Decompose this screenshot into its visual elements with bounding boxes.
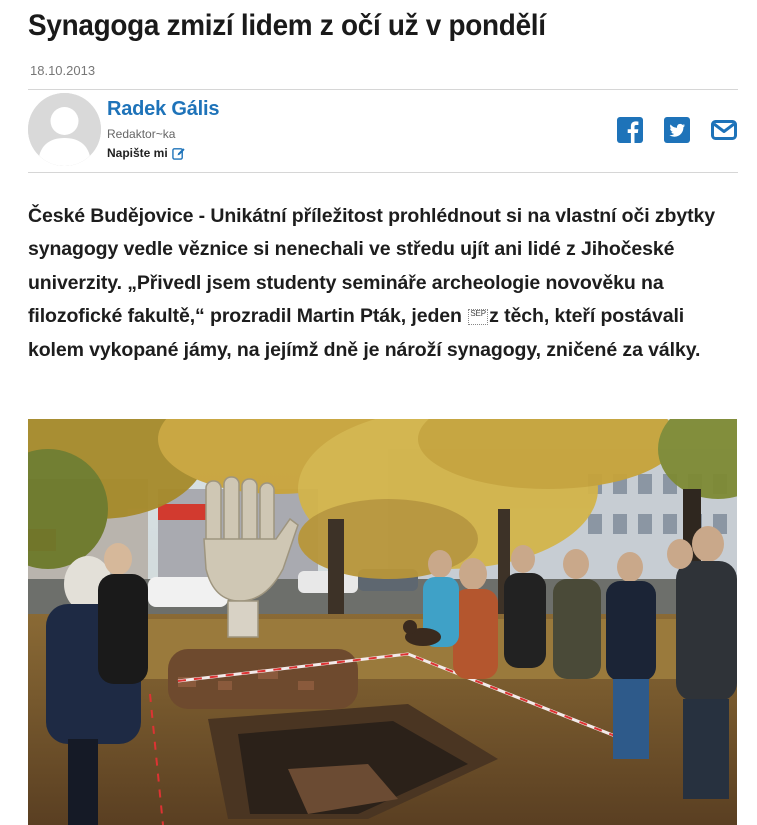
avatar-placeholder-icon: [28, 93, 101, 166]
write-to-author-link[interactable]: Napište mi: [107, 146, 185, 160]
author-avatar: [28, 93, 101, 166]
article-title: Synagoga zmizí lidem z očí už v pondělí: [28, 9, 546, 42]
article-date: 18.10.2013: [30, 63, 96, 78]
edit-icon: [171, 147, 185, 160]
divider-bottom: [28, 172, 738, 173]
twitter-icon: [664, 117, 690, 143]
article-photo[interactable]: [28, 419, 737, 825]
mail-icon: [711, 120, 737, 140]
author-name-link[interactable]: Radek Gális: [107, 98, 220, 121]
separator-glyph-icon: SEP: [468, 309, 489, 326]
share-twitter-button[interactable]: [664, 117, 690, 143]
author-role: Redaktor~ka: [107, 127, 176, 141]
article-perex: České Budějovice - Unikátní příležitost …: [28, 200, 728, 367]
write-to-author-label: Napište mi: [107, 146, 168, 160]
share-email-button[interactable]: [711, 117, 737, 143]
facebook-icon: [617, 117, 643, 143]
excavation-photo-image: [28, 419, 737, 825]
divider-top: [28, 89, 738, 90]
share-facebook-button[interactable]: [617, 117, 643, 143]
